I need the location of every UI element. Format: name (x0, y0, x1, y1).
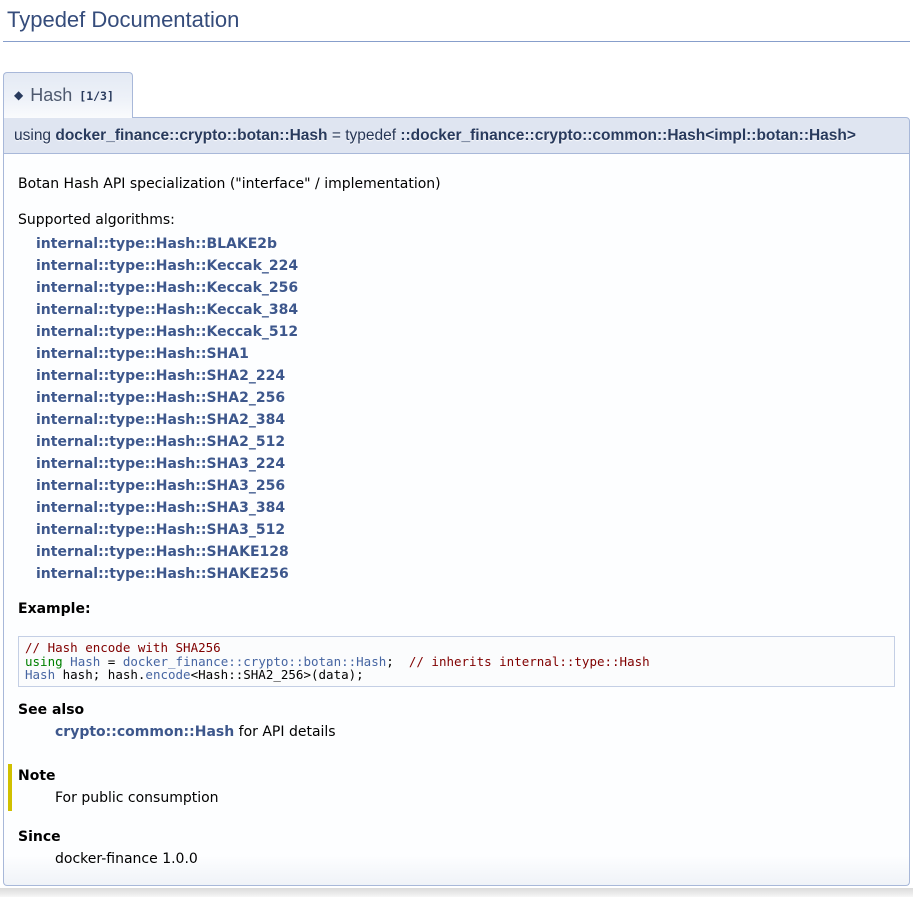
algorithm-link[interactable]: internal::type::Hash::SHAKE256 (36, 563, 895, 585)
algorithm-link[interactable]: internal::type::Hash::SHA3_512 (36, 519, 895, 541)
code-example-fragment: // Hash encode with SHA256using Hash = d… (18, 636, 895, 687)
page-title: Typedef Documentation (3, 0, 910, 42)
algorithm-link[interactable]: internal::type::Hash::Keccak_512 (36, 321, 895, 343)
algorithm-link[interactable]: internal::type::Hash::SHA2_224 (36, 365, 895, 387)
code-symbol-link[interactable]: Hash (25, 667, 55, 682)
see-also-label: See also (18, 701, 895, 720)
example-label: Example: (18, 600, 895, 619)
description-text: Botan Hash API specialization ("interfac… (18, 175, 895, 194)
algorithm-link[interactable]: internal::type::Hash::SHA3_224 (36, 453, 895, 475)
code-token: // inherits internal::type::Hash (409, 654, 650, 669)
see-also-text: for API details (234, 724, 335, 740)
algorithm-list: internal::type::Hash::BLAKE2binternal::t… (36, 233, 895, 585)
member-item-hash: ◆Hash[1/3] using docker_finance::crypto:… (3, 72, 910, 886)
algorithm-link[interactable]: internal::type::Hash::BLAKE2b (36, 233, 895, 255)
algorithm-link[interactable]: internal::type::Hash::Keccak_384 (36, 299, 895, 321)
see-also-link[interactable]: crypto::common::Hash (55, 724, 234, 740)
code-line: using Hash = docker_finance::crypto::bot… (25, 655, 888, 669)
algorithm-link[interactable]: internal::type::Hash::SHAKE128 (36, 541, 895, 563)
note-text: For public consumption (55, 789, 895, 808)
section-divider (0, 888, 913, 897)
member-overload-badge: [1/3] (79, 89, 114, 103)
see-also-content: crypto::common::Hash for API details (55, 723, 895, 742)
permalink-diamond-icon[interactable]: ◆ (14, 88, 23, 102)
algorithm-link[interactable]: internal::type::Hash::SHA3_256 (36, 475, 895, 497)
member-prototype: using docker_finance::crypto::botan::Has… (3, 117, 910, 154)
decl-using-keyword: using (14, 127, 55, 144)
member-title-tab: ◆ Hash [1/3] (3, 72, 133, 118)
member-documentation: Botan Hash API specialization ("interfac… (3, 154, 910, 886)
member-name: Hash (30, 85, 72, 105)
decl-target-type: ::docker_finance::crypto::common::Hash<i… (400, 127, 856, 144)
doc-page: Typedef Documentation ◆ Hash [1/3] using d… (0, 0, 913, 897)
see-also-section: See also crypto::common::Hash for API de… (18, 701, 895, 742)
supported-algorithms-label: Supported algorithms: (18, 211, 895, 230)
algorithm-link[interactable]: internal::type::Hash::Keccak_224 (36, 255, 895, 277)
algorithm-link[interactable]: internal::type::Hash::SHA2_256 (36, 387, 895, 409)
code-symbol-link[interactable]: encode (145, 667, 190, 682)
code-token: hash; hash. (55, 667, 145, 682)
code-token: ; (386, 654, 409, 669)
code-line: Hash hash; hash.encode<Hash::SHA2_256>(d… (25, 668, 888, 682)
algorithm-link[interactable]: internal::type::Hash::Keccak_256 (36, 277, 895, 299)
note-section: Note For public consumption (8, 764, 895, 811)
algorithm-link[interactable]: internal::type::Hash::SHA3_384 (36, 497, 895, 519)
code-line: // Hash encode with SHA256 (25, 641, 888, 655)
since-text: docker-finance 1.0.0 (55, 850, 895, 869)
decl-equals-typedef: = typedef (328, 127, 401, 144)
algorithm-link[interactable]: internal::type::Hash::SHA2_512 (36, 431, 895, 453)
code-token: <Hash::SHA2_256>(data); (191, 667, 364, 682)
note-label: Note (18, 767, 895, 786)
decl-typedef-name: docker_finance::crypto::botan::Hash (55, 127, 327, 144)
algorithm-link[interactable]: internal::type::Hash::SHA1 (36, 343, 895, 365)
since-section: Since docker-finance 1.0.0 (18, 828, 895, 869)
since-label: Since (18, 828, 895, 847)
algorithm-link[interactable]: internal::type::Hash::SHA2_384 (36, 409, 895, 431)
